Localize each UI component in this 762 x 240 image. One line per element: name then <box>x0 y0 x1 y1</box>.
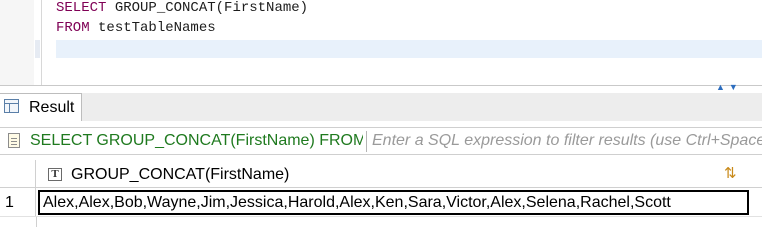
editor-results-divider[interactable] <box>0 85 762 86</box>
code-text: GROUP_CONCAT(FirstName) <box>106 0 309 16</box>
code-line-1[interactable]: SELECT GROUP_CONCAT(FirstName) <box>56 0 308 17</box>
editor-gutter-divider <box>41 0 42 86</box>
row-number-column-divider <box>36 217 37 227</box>
grid-row-divider <box>0 216 762 217</box>
row-number-header[interactable] <box>0 160 36 188</box>
panel-nav-arrows-icon[interactable]: ▲▼ <box>716 82 742 92</box>
tab-result[interactable]: Result <box>0 93 82 121</box>
column-header-group-concat[interactable]: GROUP_CONCAT(FirstName) <box>71 165 289 185</box>
text-type-icon: T <box>48 168 62 181</box>
dbeaver-window: SELECT GROUP_CONCAT(FirstName) FROM test… <box>0 0 762 227</box>
filter-bar: SELECT GROUP_CONCAT(FirstName) FROM test… <box>0 127 762 155</box>
results-tab-bar: Result <box>0 93 762 121</box>
keyword-from: FROM <box>56 20 90 36</box>
table-icon <box>4 99 19 113</box>
result-cell-value: Alex,Alex,Bob,Wayne,Jim,Jessica,Harold,A… <box>43 194 671 211</box>
editor-ruler <box>0 0 34 86</box>
grid-header: T GROUP_CONCAT(FirstName) ⇅ <box>0 160 762 188</box>
sort-icon[interactable]: ⇅ <box>724 164 737 184</box>
code-line-2[interactable]: FROM testTableNames <box>56 19 216 37</box>
keyword-select: SELECT <box>56 0 107 16</box>
current-line-highlight <box>56 40 762 58</box>
sql-editor[interactable]: SELECT GROUP_CONCAT(FirstName) FROM test… <box>0 0 762 86</box>
table-row[interactable]: 1 Alex,Alex,Bob,Wayne,Jim,Jessica,Harold… <box>0 188 762 216</box>
filter-query-text[interactable]: SELECT GROUP_CONCAT(FirstName) FROM test… <box>30 131 363 151</box>
result-cell[interactable]: Alex,Alex,Bob,Wayne,Jim,Jessica,Harold,A… <box>38 190 749 215</box>
filter-separator <box>366 131 367 152</box>
tab-result-label: Result <box>29 99 75 116</box>
row-number-label: 1 <box>5 194 14 211</box>
sql-doc-icon[interactable] <box>8 133 20 148</box>
current-line-marker <box>35 40 40 58</box>
code-text: testTableNames <box>89 20 216 36</box>
row-number[interactable]: 1 <box>0 188 36 216</box>
filter-input[interactable]: Enter a SQL expression to filter results… <box>372 131 762 151</box>
